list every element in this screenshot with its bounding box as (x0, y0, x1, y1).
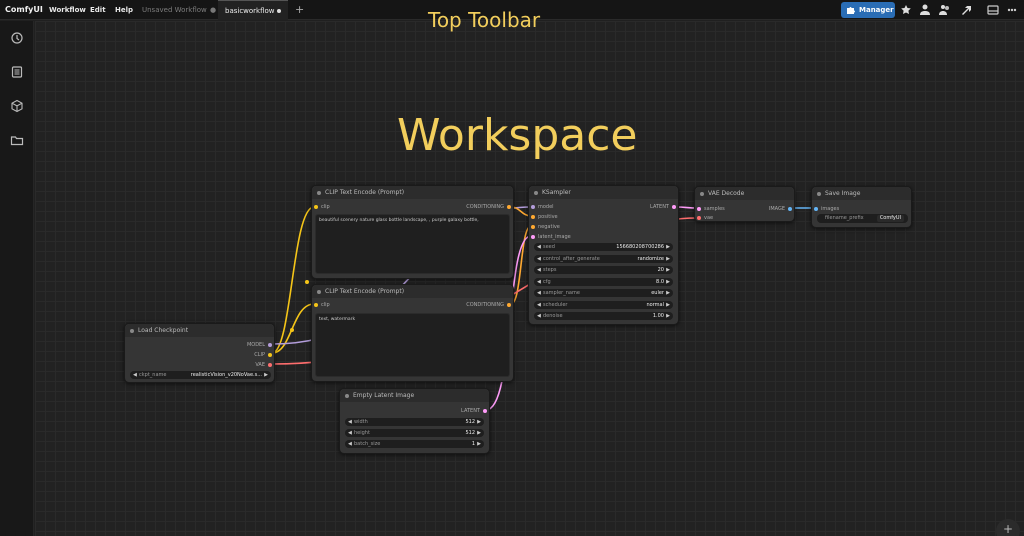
arrow-right-icon[interactable]: ▶ (666, 289, 670, 297)
ckpt-name-combo[interactable]: ◀ ckpt_name realisticVision_v20NoVae.s..… (130, 371, 271, 379)
add-icon[interactable]: + (996, 519, 1020, 536)
arrow-right-icon[interactable]: ▶ (477, 429, 481, 437)
user-icon[interactable] (917, 2, 933, 18)
arrow-right-icon[interactable]: ▶ (666, 312, 670, 320)
node-title[interactable]: Save Image (812, 187, 911, 200)
queue-icon[interactable] (10, 65, 24, 79)
workflows-icon[interactable] (10, 133, 24, 147)
group-icon[interactable] (937, 2, 953, 18)
star-icon[interactable] (898, 2, 914, 18)
node-ksampler[interactable]: KSampler model positive negative latent_… (528, 185, 679, 325)
widget-cfg[interactable]: ◀ cfg 8.0 ▶ (534, 277, 673, 286)
arrow-left-icon[interactable]: ◀ (537, 278, 541, 286)
node-vae-decode[interactable]: VAE Decode samples vae IMAGE (694, 186, 795, 222)
app-logo: ComfyUI (5, 5, 43, 14)
widget-width[interactable]: ◀ width 512 ▶ (345, 418, 484, 426)
output-clip[interactable]: CLIP (254, 351, 274, 359)
widget-sampler-name[interactable]: ◀ sampler_name euler ▶ (534, 289, 673, 297)
more-icon[interactable] (1004, 2, 1020, 18)
widget-batch-size[interactable]: ◀ batch_size 1 ▶ (345, 440, 484, 448)
close-icon[interactable]: ● (210, 0, 216, 20)
arrow-right-icon[interactable]: ▶ (666, 266, 670, 274)
arrow-right-icon[interactable]: ▶ (666, 278, 670, 286)
node-title[interactable]: CLIP Text Encode (Prompt) (312, 285, 513, 298)
puzzle-icon (847, 7, 855, 14)
prompt-textarea[interactable]: text, watermark (315, 313, 510, 377)
node-title[interactable]: CLIP Text Encode (Prompt) (312, 186, 513, 199)
output-conditioning[interactable]: CONDITIONING (466, 301, 513, 309)
node-title[interactable]: Load Checkpoint (125, 324, 274, 337)
input-latent-image[interactable]: latent_image (529, 233, 571, 241)
arrow-left-icon[interactable]: ◀ (537, 266, 541, 274)
widget-steps[interactable]: ◀ steps 20 ▶ (534, 266, 673, 274)
share-icon[interactable] (958, 2, 974, 18)
widget-scheduler[interactable]: ◀ scheduler normal ▶ (534, 300, 673, 309)
node-title[interactable]: Empty Latent Image (340, 389, 489, 402)
node-empty-latent-image[interactable]: Empty Latent Image LATENT ◀ width 512 ▶ ◀ hei… (339, 388, 490, 454)
input-vae[interactable]: vae (695, 214, 713, 222)
menu-help[interactable]: Help (115, 0, 133, 20)
arrow-left-icon[interactable]: ◀ (348, 440, 352, 448)
annotation-workspace: Workspace (397, 110, 638, 161)
node-load-checkpoint[interactable]: Load Checkpoint MODEL CLIP VAE ◀ ckpt_na… (124, 323, 275, 383)
output-vae[interactable]: VAE (255, 361, 274, 369)
arrow-left-icon[interactable]: ◀ (537, 312, 541, 320)
arrow-left-icon[interactable]: ◀ (537, 255, 541, 263)
add-tab-icon[interactable]: + (295, 0, 304, 20)
input-clip[interactable]: clip (312, 301, 330, 309)
node-title[interactable]: VAE Decode (695, 187, 794, 200)
widget-control-after-generate[interactable]: ◀ control_after_generate randomize ▶ (534, 254, 673, 263)
output-conditioning[interactable]: CONDITIONING (466, 203, 513, 211)
output-image[interactable]: IMAGE (769, 205, 794, 213)
prompt-textarea[interactable]: beautiful scenery nature glass bottle la… (315, 214, 510, 274)
panel-icon[interactable] (985, 2, 1001, 18)
manager-button[interactable]: Manager (841, 2, 895, 18)
arrow-right-icon[interactable]: ▶ (477, 418, 481, 426)
node-save-image[interactable]: Save Image images filename_prefix ComfyU… (811, 186, 912, 228)
tab-label: basicworkflow (225, 7, 275, 15)
node-clip-text-encode-positive[interactable]: CLIP Text Encode (Prompt) clip CONDITION… (311, 185, 514, 279)
widget-height[interactable]: ◀ height 512 ▶ (345, 429, 484, 437)
node-clip-text-encode-negative[interactable]: CLIP Text Encode (Prompt) clip CONDITION… (311, 284, 514, 382)
arrow-left-icon[interactable]: ◀ (348, 418, 352, 426)
input-clip[interactable]: clip (312, 203, 330, 211)
history-icon[interactable] (10, 31, 24, 45)
node-title[interactable]: KSampler (529, 186, 678, 199)
menu-workflow[interactable]: Workflow (49, 0, 86, 20)
arrow-left-icon[interactable]: ◀ (537, 301, 541, 309)
tab-basicworkflow[interactable]: basicworkflow (218, 0, 288, 20)
arrow-left-icon: ◀ (133, 372, 137, 378)
input-images[interactable]: images (812, 205, 839, 213)
widget-seed[interactable]: ◀ seed 156680208700286 ▶ (534, 243, 673, 251)
unsaved-dot-icon[interactable] (277, 9, 281, 13)
output-model[interactable]: MODEL (247, 341, 274, 349)
manager-label: Manager (859, 6, 894, 14)
widget-denoise[interactable]: ◀ denoise 1.00 ▶ (534, 312, 673, 320)
annotation-top-toolbar: Top Toolbar (428, 8, 541, 32)
arrow-left-icon[interactable]: ◀ (537, 243, 541, 251)
arrow-right-icon[interactable]: ▶ (477, 440, 481, 448)
node-library-icon[interactable] (10, 99, 24, 113)
input-negative[interactable]: negative (529, 223, 560, 231)
arrow-right-icon[interactable]: ▶ (666, 301, 670, 309)
input-model[interactable]: model (529, 203, 554, 211)
arrow-right-icon[interactable]: ▶ (666, 255, 670, 263)
tab-unsaved-workflow[interactable]: Unsaved Workflow (142, 0, 218, 20)
output-latent[interactable]: LATENT (461, 407, 489, 415)
menu-edit[interactable]: Edit (90, 0, 106, 20)
arrow-left-icon[interactable]: ◀ (348, 429, 352, 437)
left-sidebar (0, 21, 34, 536)
filename-prefix-field[interactable]: filename_prefix ComfyUI (817, 214, 908, 223)
input-positive[interactable]: positive (529, 213, 558, 221)
arrow-right-icon[interactable]: ▶ (666, 243, 670, 251)
input-samples[interactable]: samples (695, 205, 725, 213)
output-latent[interactable]: LATENT (650, 203, 678, 211)
arrow-left-icon[interactable]: ◀ (537, 289, 541, 297)
arrow-right-icon: ▶ (264, 372, 268, 378)
